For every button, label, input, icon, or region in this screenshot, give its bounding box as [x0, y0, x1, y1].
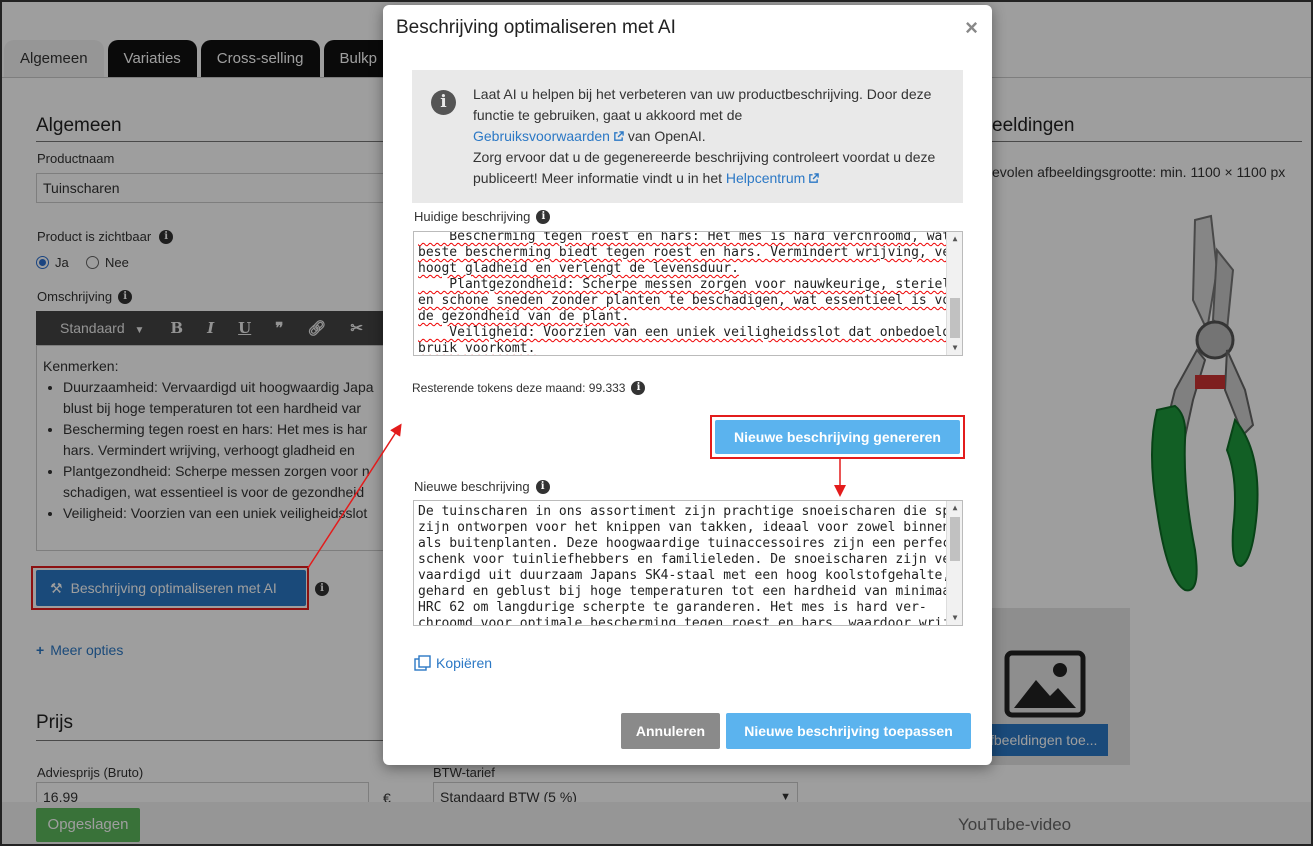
text-line: Plantgezondheid: Scherpe messen zorgen v… [418, 277, 959, 292]
terms-link[interactable]: Gebruiksvoorwaarden [473, 128, 624, 144]
text-line: zijn ontworpen voor het knippen van takk… [418, 520, 959, 535]
info-icon[interactable]: i [536, 209, 551, 224]
scroll-down-icon[interactable]: ▼ [947, 611, 962, 625]
text-line: de gezondheid van de plant. [418, 309, 630, 324]
info-panel: i Laat AI u helpen bij het verbeteren va… [412, 70, 963, 203]
info-text: Laat AI u helpen bij het verbeteren van … [473, 84, 953, 189]
copy-link-label: Kopiëren [436, 655, 493, 671]
new-description-label-text: Nieuwe beschrijving [414, 479, 530, 494]
tokens-remaining-text: Resterende tokens deze maand: 99.333 [412, 381, 626, 395]
help-center-link-label: Helpcentrum [725, 170, 806, 186]
scroll-up-icon[interactable]: ▲ [947, 232, 962, 246]
info-icon[interactable]: i [535, 479, 550, 494]
text-line: schenk voor tuinliefhebbers en familiele… [418, 552, 963, 567]
close-icon[interactable]: × [965, 15, 978, 41]
external-link-icon [809, 173, 820, 183]
scroll-thumb[interactable] [950, 298, 960, 338]
text-line: Veiligheid: Voorzien van een uniek veili… [418, 325, 963, 340]
copy-icon [414, 655, 431, 671]
text-line: vaardigd uit duurzaam Japans SK4-staal m… [418, 568, 951, 583]
text-line: HRC 62 om langdurige scherpte te garande… [418, 600, 927, 615]
info-icon[interactable]: i [631, 381, 646, 395]
terms-link-label: Gebruiksvoorwaarden [473, 128, 610, 144]
new-description-label: Nieuwe beschrijving i [414, 479, 550, 494]
external-link-icon [614, 131, 624, 141]
info-line1: Laat AI u helpen bij het verbeteren van … [473, 86, 932, 123]
info-icon: i [431, 90, 456, 115]
tokens-remaining: Resterende tokens deze maand: 99.333 i [412, 381, 646, 395]
text-line: hoogt gladheid en verlengt de levensduur… [418, 261, 739, 276]
current-description-textarea[interactable]: Bescherming tegen roest en hars: Het mes… [413, 231, 963, 356]
scrollbar[interactable]: ▲ ▼ [946, 232, 962, 355]
text-line: De tuinscharen in ons assortiment zijn p… [418, 504, 963, 519]
text-line: en schone sneden zonder planten te besch… [418, 293, 963, 308]
info-line2: Zorg ervoor dat u de gegenereerde beschr… [473, 149, 936, 186]
scroll-up-icon[interactable]: ▲ [947, 501, 962, 515]
info-line1-end: van OpenAI. [627, 128, 706, 144]
highlight-box [710, 415, 965, 459]
text-line: chroomd voor optimale bescherming tegen … [418, 616, 959, 626]
text-line: beste bescherming biedt tegen roest en h… [418, 245, 963, 260]
current-description-label: Huidige beschrijving i [414, 209, 551, 224]
apply-description-button[interactable]: Nieuwe beschrijving toepassen [726, 713, 971, 749]
copy-link[interactable]: Kopiëren [414, 655, 492, 671]
scrollbar[interactable]: ▲ ▼ [946, 501, 962, 625]
scroll-down-icon[interactable]: ▼ [947, 341, 962, 355]
new-description-textarea[interactable]: De tuinscharen in ons assortiment zijn p… [413, 500, 963, 626]
cancel-button[interactable]: Annuleren [621, 713, 720, 749]
modal-title: Beschrijving optimaliseren met AI [396, 17, 676, 38]
text-line: als buitenplanten. Deze hoogwaardige tui… [418, 536, 963, 551]
current-description-label-text: Huidige beschrijving [414, 209, 531, 224]
help-center-link[interactable]: Helpcentrum [725, 170, 820, 186]
text-line: gehard en geblust bij hoge temperaturen … [418, 584, 959, 599]
optimize-ai-modal: Beschrijving optimaliseren met AI × i La… [383, 5, 992, 765]
text-line: bruik voorkomt. [418, 341, 536, 356]
scroll-thumb[interactable] [950, 517, 960, 561]
text-line: Bescherming tegen roest en hars: Het mes… [418, 231, 963, 244]
